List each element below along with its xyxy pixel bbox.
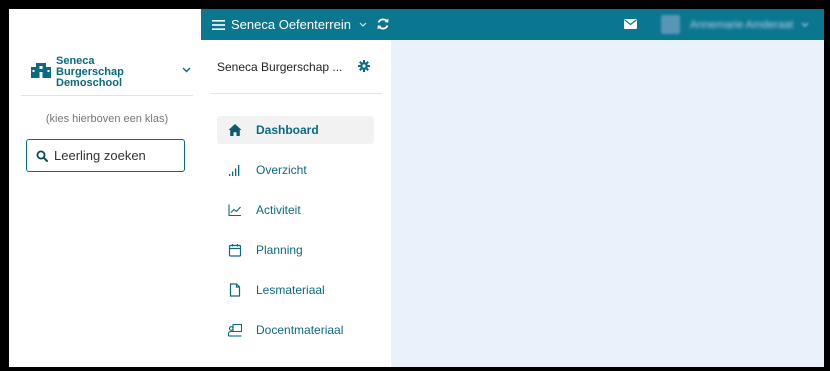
- school-selector[interactable]: Seneca Burgerschap Demoschool: [21, 49, 193, 96]
- app-window: Seneca Burgerschap Demoschool (kies hier…: [9, 9, 824, 367]
- user-name: Annemarie Amderaat: [690, 18, 794, 31]
- avatar: [661, 15, 680, 34]
- nav-label: Dashboard: [256, 123, 319, 137]
- navigation-panel: Seneca Burgerschap ... Dashboard Overzic…: [201, 40, 391, 367]
- left-sidebar: Seneca Burgerschap Demoschool (kies hier…: [9, 9, 202, 367]
- nav-label: Activiteit: [256, 203, 301, 217]
- mail-icon: [624, 19, 637, 29]
- search-icon: [36, 150, 48, 162]
- school-building-icon: [31, 63, 51, 78]
- nav-label: Planning: [256, 243, 303, 257]
- gear-icon[interactable]: [358, 60, 370, 72]
- course-title: Seneca Burgerschap ...: [217, 59, 343, 74]
- hamburger-menu-icon: [212, 19, 225, 30]
- chevron-down-icon: [182, 67, 191, 73]
- chevron-down-icon: [359, 22, 367, 27]
- course-header: Seneca Burgerschap ...: [211, 40, 382, 94]
- search-placeholder: Leerling zoeken: [54, 148, 146, 163]
- teacher-icon: [228, 323, 242, 337]
- nav-item-lesmateriaal[interactable]: Lesmateriaal: [217, 276, 374, 304]
- home-icon: [228, 124, 242, 136]
- main-content: [391, 40, 824, 367]
- signal-bars-icon: [229, 165, 240, 176]
- chevron-down-icon: [801, 22, 809, 27]
- top-bar: Seneca Oefenterrein Annemarie Amderaat: [201, 9, 824, 40]
- nav-item-overzicht[interactable]: Overzicht: [217, 156, 374, 184]
- nav-label: Overzicht: [256, 163, 307, 177]
- document-icon: [229, 283, 241, 297]
- line-chart-icon: [228, 204, 241, 217]
- calendar-icon: [228, 244, 242, 257]
- nav-label: Lesmateriaal: [256, 283, 325, 297]
- nav-item-docentmateriaal[interactable]: Docentmateriaal: [217, 316, 374, 344]
- refresh-icon[interactable]: [376, 17, 390, 31]
- nav-item-dashboard[interactable]: Dashboard: [217, 116, 374, 144]
- class-hint: (kies hierboven een klas): [45, 113, 169, 125]
- student-search-input[interactable]: Leerling zoeken: [26, 139, 185, 172]
- nav-label: Docentmateriaal: [256, 323, 344, 337]
- environment-selector[interactable]: Seneca Oefenterrein: [212, 9, 367, 40]
- user-menu[interactable]: Annemarie Amderaat: [661, 14, 809, 35]
- school-name: Seneca Burgerschap Demoschool: [56, 54, 124, 89]
- nav-item-activiteit[interactable]: Activiteit: [217, 196, 374, 224]
- nav-item-planning[interactable]: Planning: [217, 236, 374, 264]
- environment-label: Seneca Oefenterrein: [231, 17, 351, 32]
